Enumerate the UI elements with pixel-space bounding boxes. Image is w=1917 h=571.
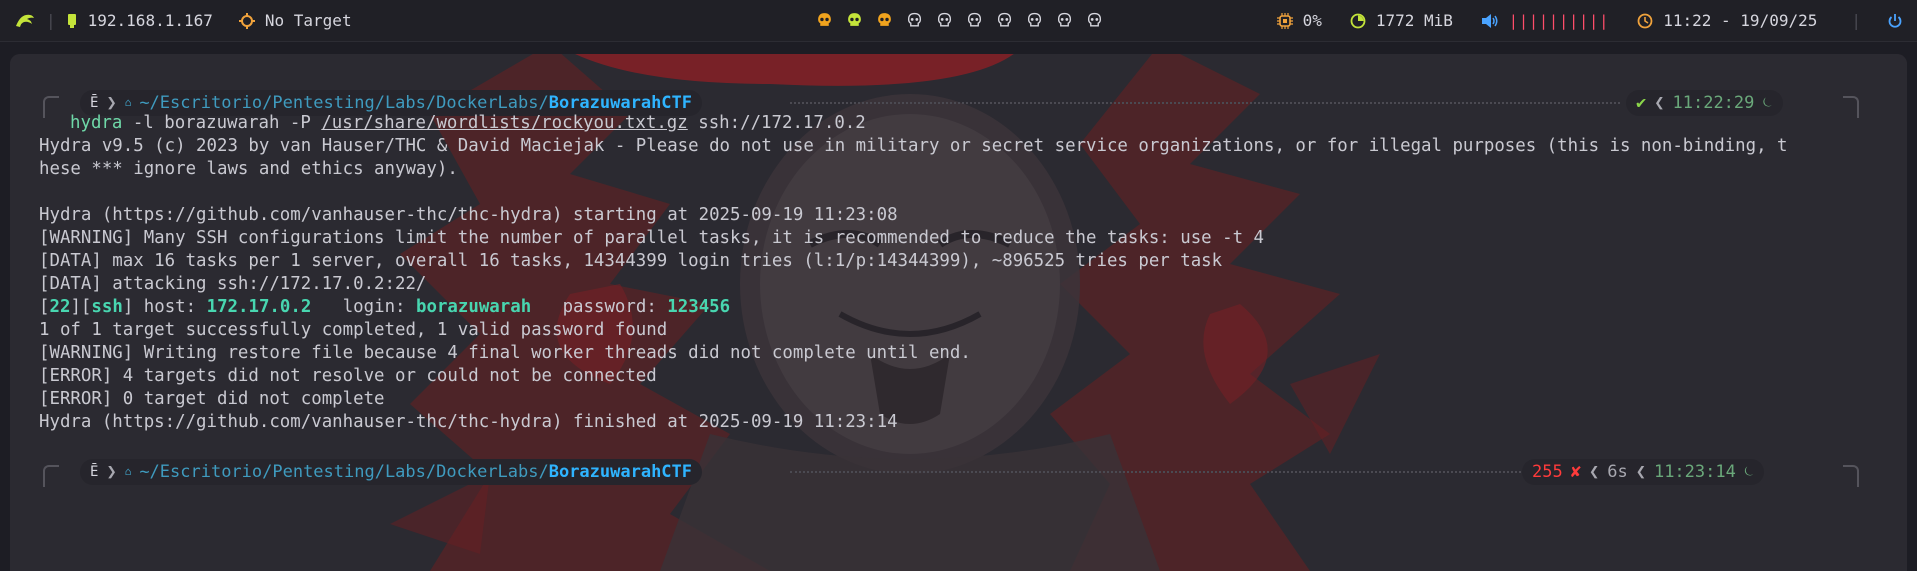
prompt-line-2[interactable]: Ē ❯ ⌂ ~/Escritorio/Pentesting/Labs/Docke… xyxy=(10,457,1907,487)
workspace-9-skull-icon[interactable] xyxy=(1056,12,1073,29)
wordlist-path[interactable]: /usr/share/wordlists/rockyou.txt.gz xyxy=(321,113,687,133)
exit-code: 255 xyxy=(1532,462,1563,482)
failure-x-icon: ✘ xyxy=(1570,462,1581,482)
prompt-time: 11:23:14 xyxy=(1653,462,1736,482)
found-password: 123456 xyxy=(667,297,731,317)
command-program: hydra xyxy=(70,113,123,133)
target-status: No Target xyxy=(264,11,352,30)
workspace-1-skull-icon[interactable] xyxy=(816,12,833,29)
command-duration: 6s xyxy=(1607,462,1628,482)
workspace-2-skull-icon[interactable] xyxy=(846,12,863,29)
cpu-icon xyxy=(1276,12,1293,29)
memory-icon xyxy=(1350,13,1366,29)
os-icon: Ē xyxy=(90,464,99,480)
password-label: password: xyxy=(531,297,668,317)
output-line: hese *** ignore laws and ethics anyway). xyxy=(39,159,458,179)
output-line: [WARNING] Writing restore file because 4… xyxy=(39,343,971,363)
current-directory: ~/Escritorio/Pentesting/Labs/DockerLabs/… xyxy=(139,462,693,482)
separator: | xyxy=(1851,11,1861,30)
home-icon: ⌂ xyxy=(124,465,132,478)
prompt-bracket xyxy=(1843,96,1859,118)
command-args: -l borazuwarah -P xyxy=(122,113,322,133)
power-icon[interactable] xyxy=(1887,13,1903,29)
workspace-3-skull-icon[interactable] xyxy=(876,12,893,29)
prompt-filler-dots xyxy=(790,102,1620,104)
prompt-status-segment: ✔ ❮ 11:22:29 ⏾ xyxy=(1626,90,1783,116)
prompt-bracket xyxy=(1843,465,1859,487)
output-line: Hydra (https://github.com/vanhauser-thc/… xyxy=(39,412,898,432)
workspace-7-skull-icon[interactable] xyxy=(996,12,1013,29)
found-service: ssh xyxy=(91,297,123,317)
found-login: borazuwarah xyxy=(416,297,532,317)
workspace-4-skull-icon[interactable] xyxy=(906,12,923,29)
crosshair-icon xyxy=(238,12,255,29)
output-line: [ERROR] 4 targets did not resolve or cou… xyxy=(39,366,657,386)
separator: | xyxy=(46,11,56,30)
network-icon xyxy=(66,13,78,29)
chevron-left-icon: ❮ xyxy=(1654,93,1665,113)
memory-usage: 1772 MiB xyxy=(1375,11,1453,30)
workspace-5-skull-icon[interactable] xyxy=(936,12,953,29)
login-label: login: xyxy=(311,297,416,317)
status-bar: | 192.168.1.167 No Target 0% 1772 MiB ||… xyxy=(0,0,1917,42)
cpu-usage: 0% xyxy=(1302,11,1322,30)
workspace-10-skull-icon[interactable] xyxy=(1086,12,1103,29)
output-line: [WARNING] Many SSH configurations limit … xyxy=(39,228,1264,248)
ip-address: 192.168.1.167 xyxy=(87,11,213,30)
output-line: Hydra (https://github.com/vanhauser-thc/… xyxy=(39,205,898,225)
command-target: ssh://172.17.0.2 xyxy=(687,113,866,133)
found-host: 172.17.0.2 xyxy=(206,297,312,317)
success-check-icon: ✔ xyxy=(1636,93,1647,113)
host-label: host: xyxy=(133,297,207,317)
output-line: 1 of 1 target successfully completed, 1 … xyxy=(39,320,668,340)
command-line: hydra -l borazuwarah -P /usr/share/wordl… xyxy=(70,112,866,135)
workspace-8-skull-icon[interactable] xyxy=(1026,12,1043,29)
output-line: [DATA] attacking ssh://172.17.0.2:22/ xyxy=(39,274,427,294)
output-line: [DATA] max 16 tasks per 1 server, overal… xyxy=(39,251,1223,271)
prompt-path-segment: Ē ❯ ⌂ ~/Escritorio/Pentesting/Labs/Docke… xyxy=(80,459,703,485)
clock-small-icon: ⏾ xyxy=(1762,95,1773,110)
prompt-bracket xyxy=(43,465,59,487)
chevron-left-icon: ❮ xyxy=(1588,462,1600,482)
chevron-left-icon: ❮ xyxy=(1635,462,1646,482)
workspace-switcher xyxy=(816,0,1103,41)
volume-icon[interactable] xyxy=(1481,13,1499,29)
workspace-6-skull-icon[interactable] xyxy=(966,12,983,29)
prompt-status-segment: 255 ✘ ❮ 6s ❮ 11:23:14 ⏾ xyxy=(1522,459,1765,485)
found-port: 22 xyxy=(49,297,71,317)
terminal-window[interactable]: Ē ❯ ⌂ ~/Escritorio/Pentesting/Labs/Docke… xyxy=(10,54,1907,571)
chevron-right-icon: ❯ xyxy=(106,462,117,482)
prompt-bracket xyxy=(43,96,59,118)
volume-level-bars[interactable]: |||||||||| xyxy=(1509,12,1609,30)
clock-icon xyxy=(1637,13,1653,29)
output-line: [ERROR] 0 target did not complete xyxy=(39,389,385,409)
prompt-filler-dots xyxy=(790,471,1525,473)
output-line: Hydra v9.5 (c) 2023 by van Hauser/THC & … xyxy=(39,136,1788,156)
credential-found-line: [22][ssh] host: 172.17.0.2 login: borazu… xyxy=(39,297,731,317)
clock-datetime[interactable]: 11:22 - 19/09/25 xyxy=(1663,11,1817,30)
clock-small-icon: ⏾ xyxy=(1743,464,1755,479)
prompt-time: 11:22:29 xyxy=(1672,93,1755,113)
arch-logo-icon[interactable] xyxy=(14,12,36,30)
